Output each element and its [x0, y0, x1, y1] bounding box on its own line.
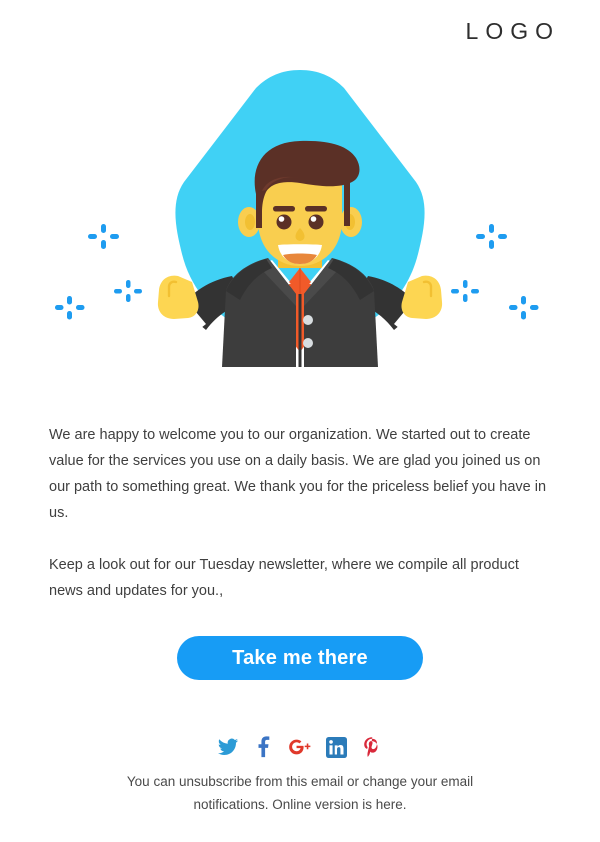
sparkle-cross-6 [509, 296, 539, 320]
twitter-icon[interactable] [217, 736, 239, 758]
sparkle-cross-1 [88, 224, 119, 249]
email-header: LOGO [0, 0, 600, 62]
take-me-there-button[interactable]: Take me there [177, 636, 423, 680]
facebook-icon[interactable] [253, 736, 275, 758]
brand-logo-wordmark[interactable]: LOGO [459, 18, 560, 45]
suit-button-2 [303, 338, 313, 348]
sparkle-cross-3 [55, 296, 85, 320]
email-body: We are happy to welcome you to our organ… [0, 422, 600, 680]
eye-right [308, 214, 324, 230]
hero-illustration [0, 62, 600, 422]
pinterest-icon[interactable] [361, 736, 383, 758]
eye-left [276, 214, 292, 230]
eyebrow-left [273, 206, 295, 212]
suit-button-1 [303, 315, 313, 325]
newsletter-paragraph: Keep a look out for our Tuesday newslett… [49, 557, 519, 599]
eyebrow-right [305, 206, 327, 212]
social-links-row [0, 736, 600, 758]
linkedin-icon[interactable] [325, 736, 347, 758]
footer-unsubscribe-text[interactable]: You can unsubscribe from this email or c… [0, 770, 600, 816]
sparkle-cross-2 [114, 280, 142, 302]
sparkle-cross-5 [451, 280, 479, 302]
google-plus-icon[interactable] [289, 736, 311, 758]
sparkle-cross-4 [476, 224, 507, 249]
cta-container: Take me there [49, 636, 551, 680]
welcome-paragraph: We are happy to welcome you to our organ… [49, 427, 547, 521]
